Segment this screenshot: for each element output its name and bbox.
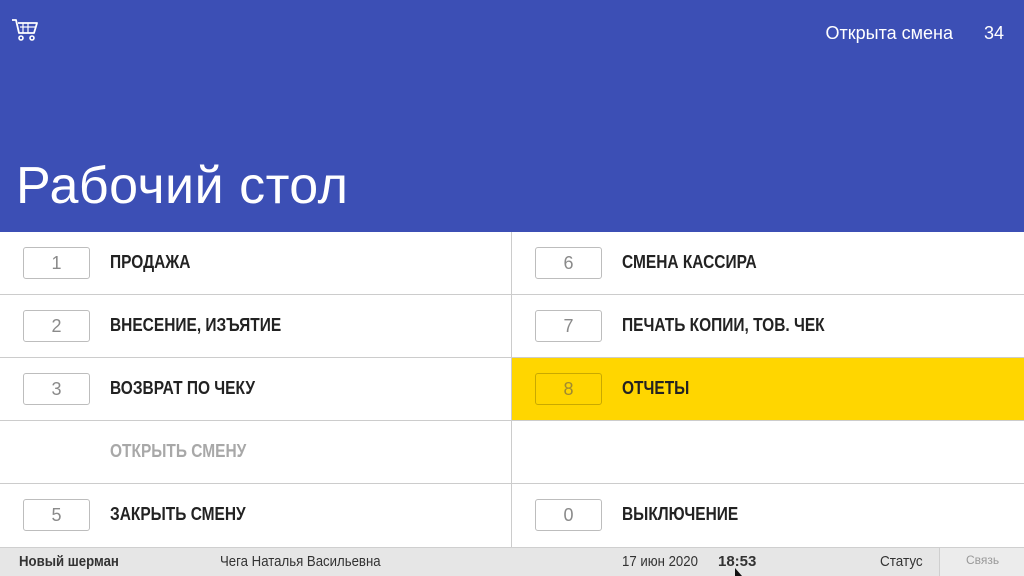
hotkey-box: 5 [23, 499, 90, 531]
status-bar: Новый шерман Чега Наталья Васильевна 17 … [0, 547, 1024, 576]
page-title: Рабочий стол [16, 157, 349, 215]
header-bar: Открыта смена 34 Рабочий стол [0, 0, 1024, 232]
menu-item-power-off[interactable]: 0 ВЫКЛЮЧЕНИЕ [512, 484, 1024, 547]
menu-item-reports[interactable]: 8 ОТЧЕТЫ [512, 358, 1024, 421]
menu-item-label: ПРОДАЖА [110, 252, 191, 272]
menu-item-label: ОТЧЕТЫ [622, 378, 690, 398]
menu-item-label: ОТКРЫТЬ СМЕНУ [110, 441, 247, 461]
date-text: 17 июн 2020 [622, 553, 698, 570]
hotkey-box: 2 [23, 310, 90, 342]
mouse-cursor-icon [735, 568, 742, 576]
menu-item-sale[interactable]: 1 ПРОДАЖА [0, 232, 512, 295]
hotkey-box: 1 [23, 247, 90, 279]
hotkey-box: 0 [535, 499, 602, 531]
menu-item-label: ЗАКРЫТЬ СМЕНУ [110, 504, 246, 524]
menu-item-label: ВЫКЛЮЧЕНИЕ [622, 504, 739, 524]
menu-grid: 1 ПРОДАЖА 2 ВНЕСЕНИЕ, ИЗЪЯТИЕ 3 ВОЗВРАТ … [0, 232, 1024, 547]
menu-item-change-cashier[interactable]: 6 СМЕНА КАССИРА [512, 232, 1024, 295]
menu-item-print-copy[interactable]: 7 ПЕЧАТЬ КОПИИ, ТОВ. ЧЕК [512, 295, 1024, 358]
menu-item-cash-in-out[interactable]: 2 ВНЕСЕНИЕ, ИЗЪЯТИЕ [0, 295, 512, 358]
connection-label: Связь [966, 553, 1000, 567]
status-button[interactable]: Статус [880, 553, 923, 570]
menu-item-return-by-receipt[interactable]: 3 ВОЗВРАТ ПО ЧЕКУ [0, 358, 512, 421]
menu-item-label: СМЕНА КАССИРА [622, 252, 757, 272]
store-name: Новый шерман [19, 553, 119, 570]
cashier-name: Чега Наталья Васильевна [220, 553, 381, 570]
menu-item-empty [512, 421, 1024, 484]
connection-indicator[interactable]: Связь [939, 548, 1024, 576]
menu-item-label: ПЕЧАТЬ КОПИИ, ТОВ. ЧЕК [622, 315, 825, 335]
menu-item-close-shift[interactable]: 5 ЗАКРЫТЬ СМЕНУ [0, 484, 512, 547]
hotkey-box: 6 [535, 247, 602, 279]
hotkey-box: 7 [535, 310, 602, 342]
hotkey-box: 3 [23, 373, 90, 405]
shift-number: 34 [983, 23, 1004, 43]
shopping-cart-icon[interactable] [11, 18, 39, 42]
hotkey-box: 8 [535, 373, 602, 405]
menu-item-label: ВНЕСЕНИЕ, ИЗЪЯТИЕ [110, 315, 282, 335]
menu-item-label: ВОЗВРАТ ПО ЧЕКУ [110, 378, 255, 398]
shift-status: Открыта смена [825, 23, 953, 43]
menu-item-open-shift: ОТКРЫТЬ СМЕНУ [0, 421, 512, 484]
